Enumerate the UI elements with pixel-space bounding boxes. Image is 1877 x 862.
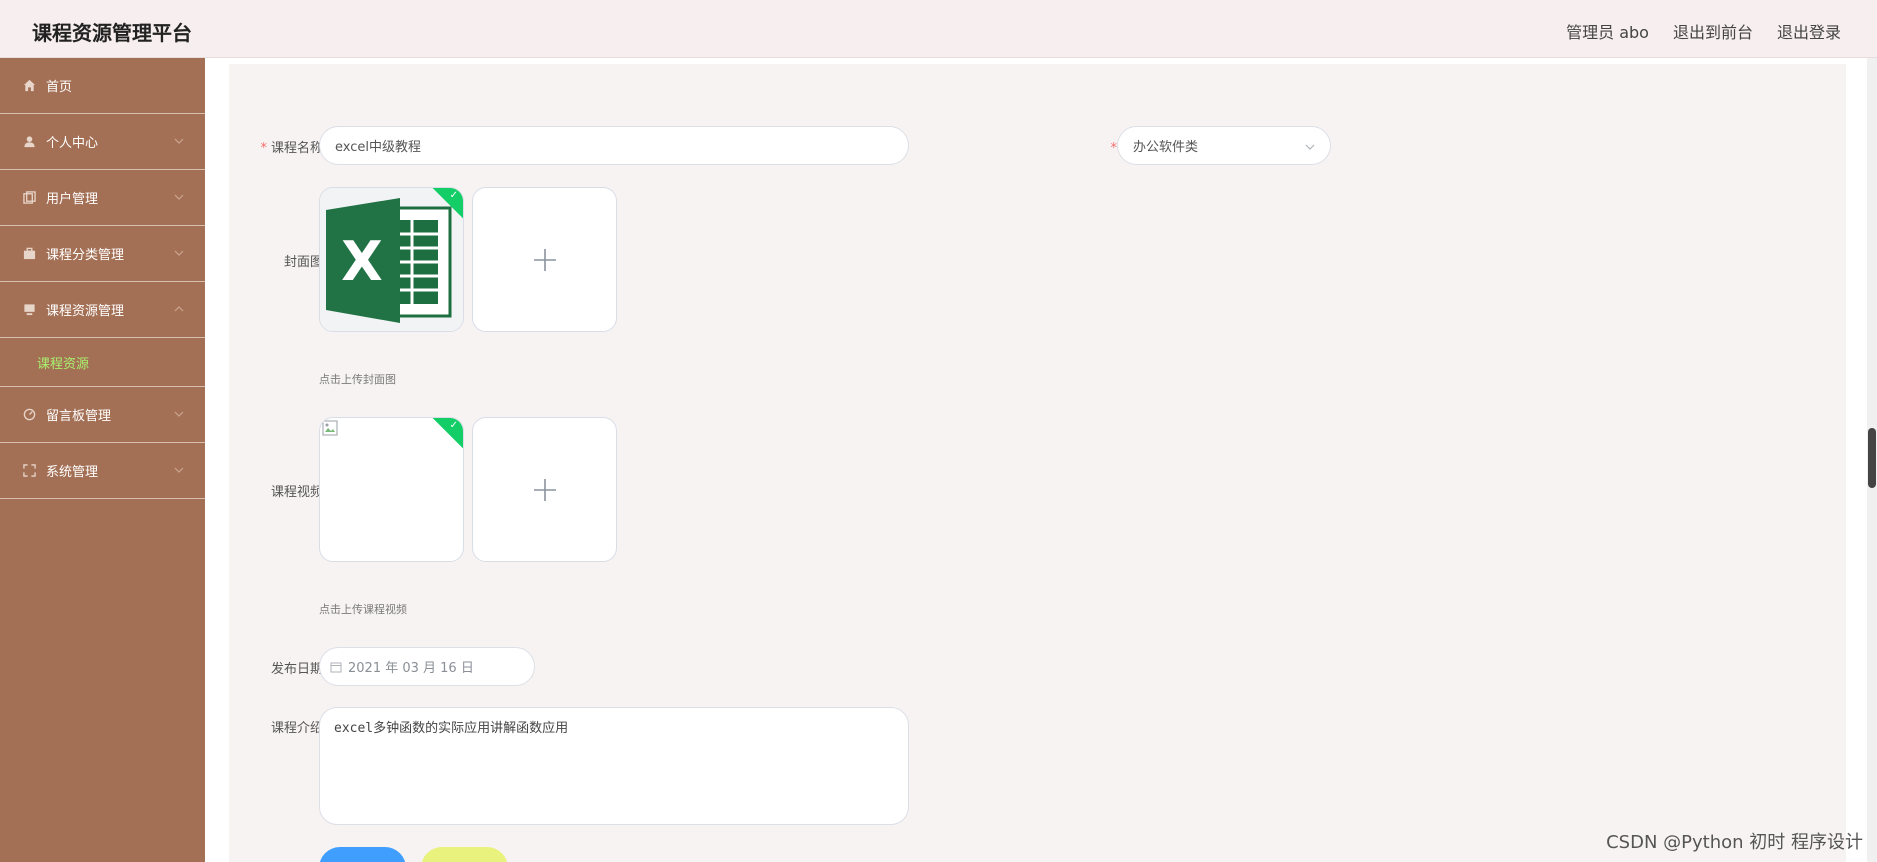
cover-label: 封面图	[283, 255, 323, 270]
sidebar-item-label: 用户管理	[46, 192, 99, 207]
category-value: 办公软件类	[1133, 140, 1199, 155]
sidebar-item-system-management[interactable]: 系统管理	[0, 443, 205, 499]
check-icon: ✓	[449, 420, 458, 431]
submenu-course-resource[interactable]: 课程资源	[0, 338, 205, 387]
required-mark: *	[260, 141, 267, 156]
home-icon	[22, 79, 36, 93]
video-upload-button[interactable]	[472, 417, 617, 562]
monitor-icon	[22, 303, 36, 317]
app-title: 课程资源管理平台	[32, 21, 192, 45]
form-panel: *课程名称 excel中级教程 *分类 办公软件类 封面图	[229, 64, 1846, 862]
briefcase-icon	[22, 247, 36, 261]
excel-logo-image: X	[320, 188, 463, 331]
top-header: 课程资源管理平台 管理员 abo 退出到前台 退出登录	[0, 0, 1877, 58]
submit-button[interactable]: 提交	[319, 847, 406, 862]
admin-user-link[interactable]: 管理员 abo	[1566, 19, 1649, 43]
sidebar-item-label: 留言板管理	[46, 409, 112, 424]
cover-upload-hint: 点击上传封面图	[319, 373, 396, 386]
chevron-down-icon	[174, 138, 184, 144]
required-mark: *	[1110, 141, 1117, 156]
sidebar-item-user-management[interactable]: 用户管理	[0, 170, 205, 226]
scrollbar-thumb[interactable]	[1868, 428, 1876, 488]
date-label: 发布日期	[270, 662, 323, 677]
course-name-input[interactable]: excel中级教程	[319, 126, 909, 165]
chevron-up-icon	[174, 306, 184, 312]
dashboard-icon	[22, 408, 36, 422]
video-preview[interactable]: ✓	[319, 417, 464, 562]
fullscreen-icon	[22, 464, 36, 478]
chevron-down-icon	[1305, 144, 1315, 150]
sidebar: 首页 个人中心 用户管理 课程分类管理 课程资源管理 课程资源 留言板管理 系统…	[0, 58, 205, 862]
user-icon	[22, 135, 36, 149]
date-picker[interactable]: 2021 年 03 月 16 日	[319, 647, 535, 686]
svg-text:X: X	[341, 230, 383, 293]
video-upload-hint: 点击上传课程视频	[319, 603, 407, 616]
chevron-down-icon	[174, 194, 184, 200]
course-name-label: * 课程名称	[260, 141, 323, 156]
check-icon: ✓	[449, 190, 458, 201]
date-value: 2021 年 03 月 16 日	[348, 661, 474, 676]
sidebar-item-label: 个人中心	[46, 136, 99, 151]
sidebar-item-message-board[interactable]: 留言板管理	[0, 387, 205, 443]
sidebar-item-resource-management[interactable]: 课程资源管理	[0, 282, 205, 338]
header-nav: 管理员 abo 退出到前台 退出登录	[1566, 19, 1841, 43]
sidebar-item-label: 系统管理	[46, 465, 99, 480]
watermark: CSDN @Python 初时 程序设计	[1606, 832, 1863, 853]
cancel-button[interactable]: 取消	[421, 847, 508, 862]
sidebar-item-label: 课程分类管理	[46, 248, 125, 263]
broken-image-icon	[322, 420, 338, 436]
logout-link[interactable]: 退出登录	[1777, 19, 1841, 43]
sidebar-item-label: 课程资源管理	[46, 304, 125, 319]
sidebar-item-label: 首页	[46, 80, 73, 95]
main-content: *课程名称 excel中级教程 *分类 办公软件类 封面图	[205, 58, 1877, 862]
video-label: 课程视频	[270, 485, 323, 500]
plus-icon	[533, 478, 556, 501]
upload-success-badge	[429, 418, 463, 450]
cover-image-preview[interactable]: X ✓	[319, 187, 464, 332]
intro-textarea[interactable]: excel多钟函数的实际应用讲解函数应用	[319, 707, 909, 825]
chevron-down-icon	[174, 250, 184, 256]
sidebar-item-category-management[interactable]: 课程分类管理	[0, 226, 205, 282]
category-select[interactable]: 办公软件类	[1117, 126, 1331, 165]
sidebar-item-personal-center[interactable]: 个人中心	[0, 114, 205, 170]
cover-upload-button[interactable]	[472, 187, 617, 332]
intro-label: 课程介绍	[270, 721, 323, 736]
plus-icon	[533, 248, 556, 271]
calendar-icon	[330, 662, 342, 672]
copy-icon	[22, 191, 36, 205]
back-to-frontend-link[interactable]: 退出到前台	[1673, 19, 1753, 43]
sidebar-item-home[interactable]: 首页	[0, 58, 205, 114]
chevron-down-icon	[174, 411, 184, 417]
chevron-down-icon	[174, 467, 184, 473]
